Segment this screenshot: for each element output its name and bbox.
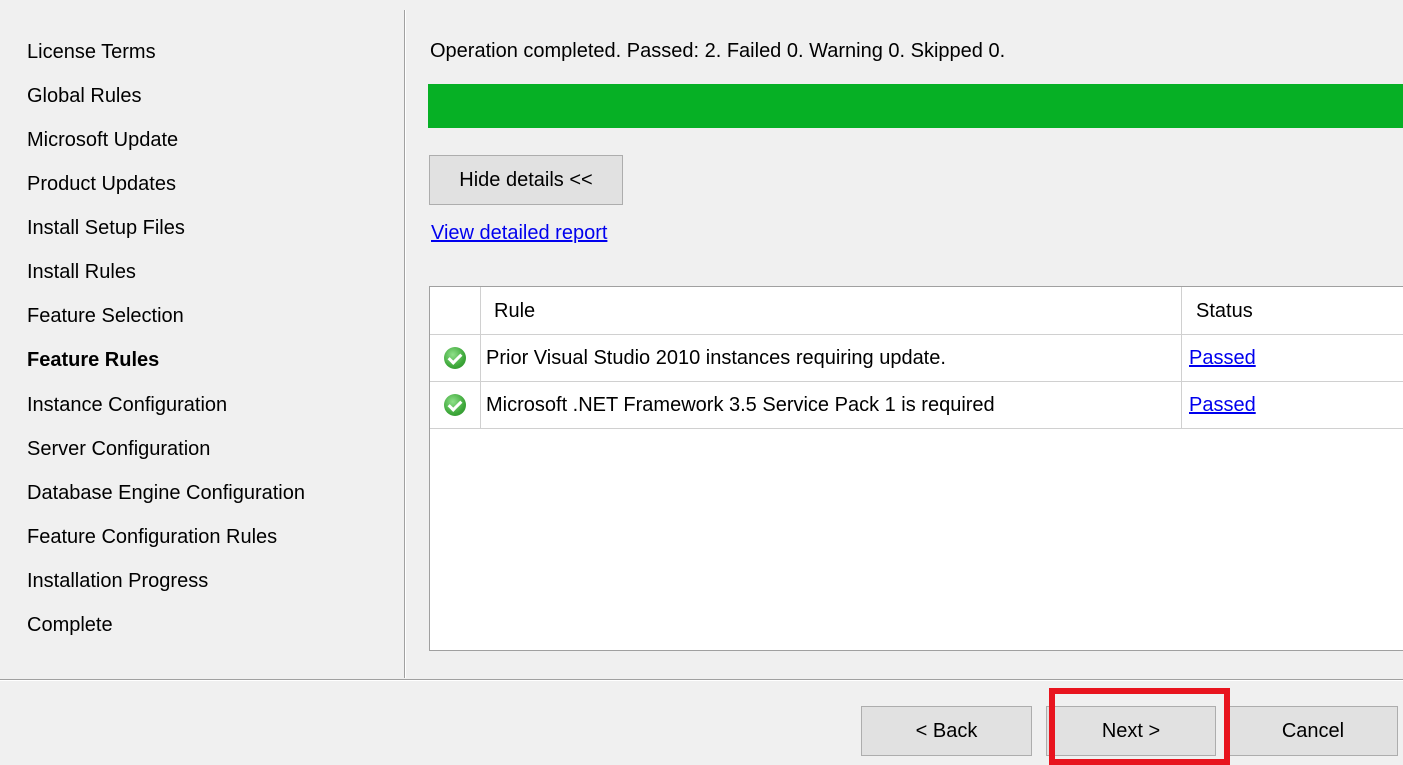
rule-cell: Microsoft .NET Framework 3.5 Service Pac…	[481, 382, 1182, 428]
status-cell: Passed	[1182, 335, 1403, 381]
sidebar-item-license-terms[interactable]: License Terms	[27, 40, 156, 64]
hide-details-button[interactable]: Hide details <<	[429, 155, 623, 205]
back-button[interactable]: < Back	[861, 706, 1032, 756]
sidebar-item-installation-progress[interactable]: Installation Progress	[27, 569, 208, 593]
grid-header-icon-column[interactable]	[430, 287, 481, 335]
row-icon-cell	[430, 382, 481, 428]
view-detailed-report-link[interactable]: View detailed report	[431, 222, 607, 245]
status-passed-link[interactable]: Passed	[1189, 394, 1256, 417]
sidebar-item-product-updates[interactable]: Product Updates	[27, 172, 176, 196]
sidebar-item-instance-configuration[interactable]: Instance Configuration	[27, 393, 227, 417]
sidebar-item-install-rules[interactable]: Install Rules	[27, 260, 136, 284]
table-row[interactable]: Prior Visual Studio 2010 instances requi…	[430, 335, 1403, 382]
setup-window: License Terms Global Rules Microsoft Upd…	[0, 0, 1403, 765]
next-button[interactable]: Next >	[1046, 706, 1216, 756]
progress-bar	[428, 84, 1403, 128]
sidebar-divider-highlight	[405, 10, 406, 678]
rules-grid: Rule Status Prior Visual Studio 2010 ins…	[429, 286, 1403, 651]
sidebar-item-global-rules[interactable]: Global Rules	[27, 84, 142, 108]
operation-status-text: Operation completed. Passed: 2. Failed 0…	[430, 40, 1006, 62]
sidebar-item-install-setup-files[interactable]: Install Setup Files	[27, 216, 185, 240]
rule-cell: Prior Visual Studio 2010 instances requi…	[481, 335, 1182, 381]
progress-bar-fill	[428, 84, 1403, 128]
row-icon-cell	[430, 335, 481, 381]
check-circle-icon	[444, 347, 466, 369]
table-row[interactable]: Microsoft .NET Framework 3.5 Service Pac…	[430, 382, 1403, 429]
sidebar-item-server-configuration[interactable]: Server Configuration	[27, 437, 210, 461]
sidebar-item-feature-selection[interactable]: Feature Selection	[27, 304, 184, 328]
status-cell: Passed	[1182, 382, 1403, 428]
sidebar-item-feature-rules[interactable]: Feature Rules	[27, 348, 159, 372]
footer-divider-highlight	[0, 680, 1403, 681]
sidebar: License Terms Global Rules Microsoft Upd…	[0, 0, 404, 680]
cancel-button[interactable]: Cancel	[1228, 706, 1398, 756]
sidebar-item-microsoft-update[interactable]: Microsoft Update	[27, 128, 178, 152]
status-passed-link[interactable]: Passed	[1189, 347, 1256, 370]
sidebar-item-complete[interactable]: Complete	[27, 613, 113, 637]
grid-header: Rule Status	[430, 287, 1403, 335]
sidebar-item-database-engine-configuration[interactable]: Database Engine Configuration	[27, 481, 305, 505]
grid-header-status[interactable]: Status	[1182, 287, 1403, 335]
sidebar-item-feature-configuration-rules[interactable]: Feature Configuration Rules	[27, 525, 277, 549]
grid-header-rule[interactable]: Rule	[481, 287, 1182, 335]
check-circle-icon	[444, 394, 466, 416]
